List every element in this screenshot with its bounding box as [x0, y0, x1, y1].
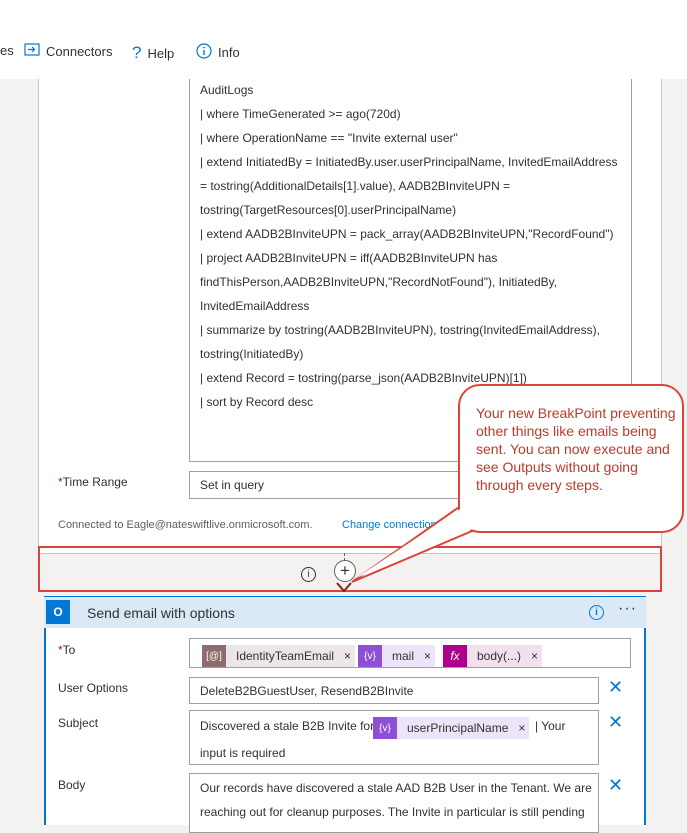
callout-text: Your new BreakPoint preventing other thi… [476, 405, 676, 493]
